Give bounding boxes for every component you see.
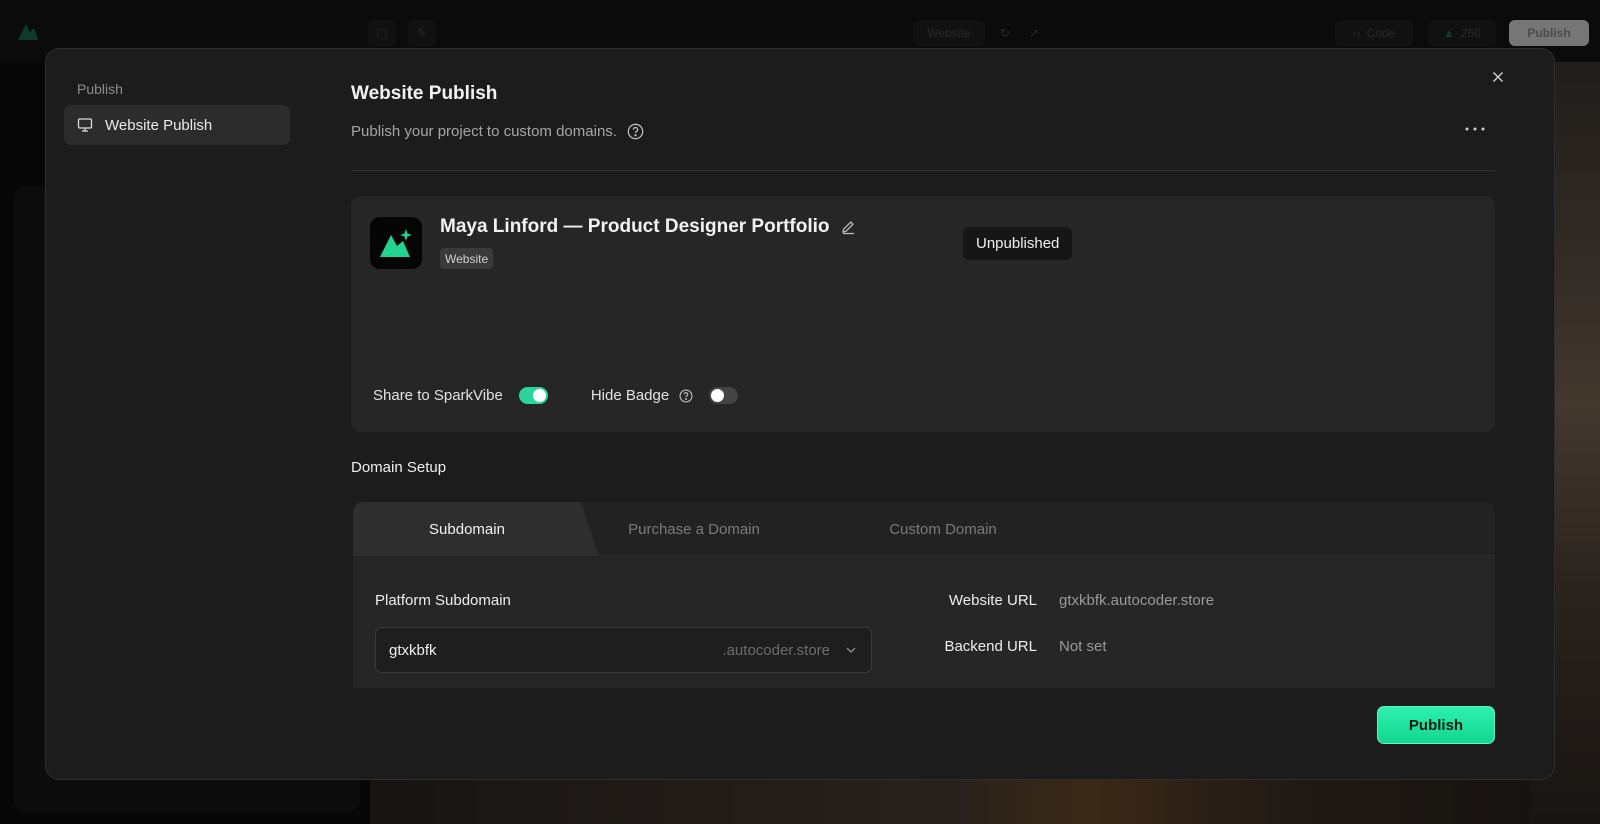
- chevron-down-icon[interactable]: [844, 643, 858, 657]
- website-url-value: gtxkbfk.autocoder.store: [1059, 592, 1215, 609]
- publish-status-badge: Unpublished: [963, 227, 1073, 260]
- project-card: Maya Linford — Product Designer Portfoli…: [351, 196, 1495, 432]
- project-toggles: Share to SparkVibe Hide Badge: [373, 387, 739, 404]
- project-type-tag: Website: [440, 248, 494, 269]
- tab-subdomain[interactable]: Subdomain: [353, 502, 599, 556]
- domain-setup-card: Subdomain Purchase a Domain Custom Domai…: [353, 502, 1495, 688]
- hide-badge-label: Hide Badge: [590, 387, 670, 404]
- hide-badge-help-icon[interactable]: [679, 388, 693, 403]
- domain-setup-title: Domain Setup: [351, 459, 447, 476]
- backend-url-label: Backend URL: [944, 638, 1037, 655]
- help-icon[interactable]: [627, 123, 644, 140]
- page-title: Website Publish: [351, 83, 498, 104]
- share-toggle[interactable]: [518, 387, 548, 404]
- backend-url-value: Not set: [1059, 638, 1107, 655]
- subdomain-suffix: .autocoder.store: [722, 641, 830, 659]
- subdomain-input[interactable]: gtxkbfk .autocoder.store: [375, 627, 872, 673]
- publish-button[interactable]: Publish: [1377, 706, 1495, 744]
- share-toggle-label: Share to SparkVibe: [373, 387, 503, 404]
- monitor-icon: [77, 117, 93, 133]
- sidebar-item-website-publish[interactable]: Website Publish: [64, 105, 290, 145]
- project-logo: [370, 217, 422, 269]
- website-url-label: Website URL: [948, 592, 1037, 609]
- hide-badge-toggle[interactable]: [709, 387, 739, 404]
- sparkvibe-logo-icon: [380, 229, 412, 257]
- tab-custom-domain[interactable]: Custom Domain: [861, 502, 1025, 556]
- tab-purchase-domain[interactable]: Purchase a Domain: [599, 502, 789, 556]
- page-description: Publish your project to custom domains.: [351, 123, 644, 140]
- publish-modal: Publish Website Publish Website Publish …: [45, 48, 1555, 780]
- project-title: Maya Linford — Product Designer Portfoli…: [440, 216, 856, 238]
- modal-sidebar: Publish Website Publish: [46, 49, 308, 779]
- domain-tabs: Subdomain Purchase a Domain Custom Domai…: [353, 502, 1495, 556]
- sidebar-heading: Publish: [77, 81, 123, 97]
- header-divider: [351, 170, 1495, 171]
- sidebar-item-label: Website Publish: [105, 116, 213, 134]
- modal-main: Website Publish Publish your project to …: [351, 49, 1495, 779]
- platform-subdomain-label: Platform Subdomain: [375, 592, 511, 609]
- subdomain-value: gtxkbfk: [389, 641, 437, 659]
- edit-title-icon[interactable]: [840, 219, 856, 235]
